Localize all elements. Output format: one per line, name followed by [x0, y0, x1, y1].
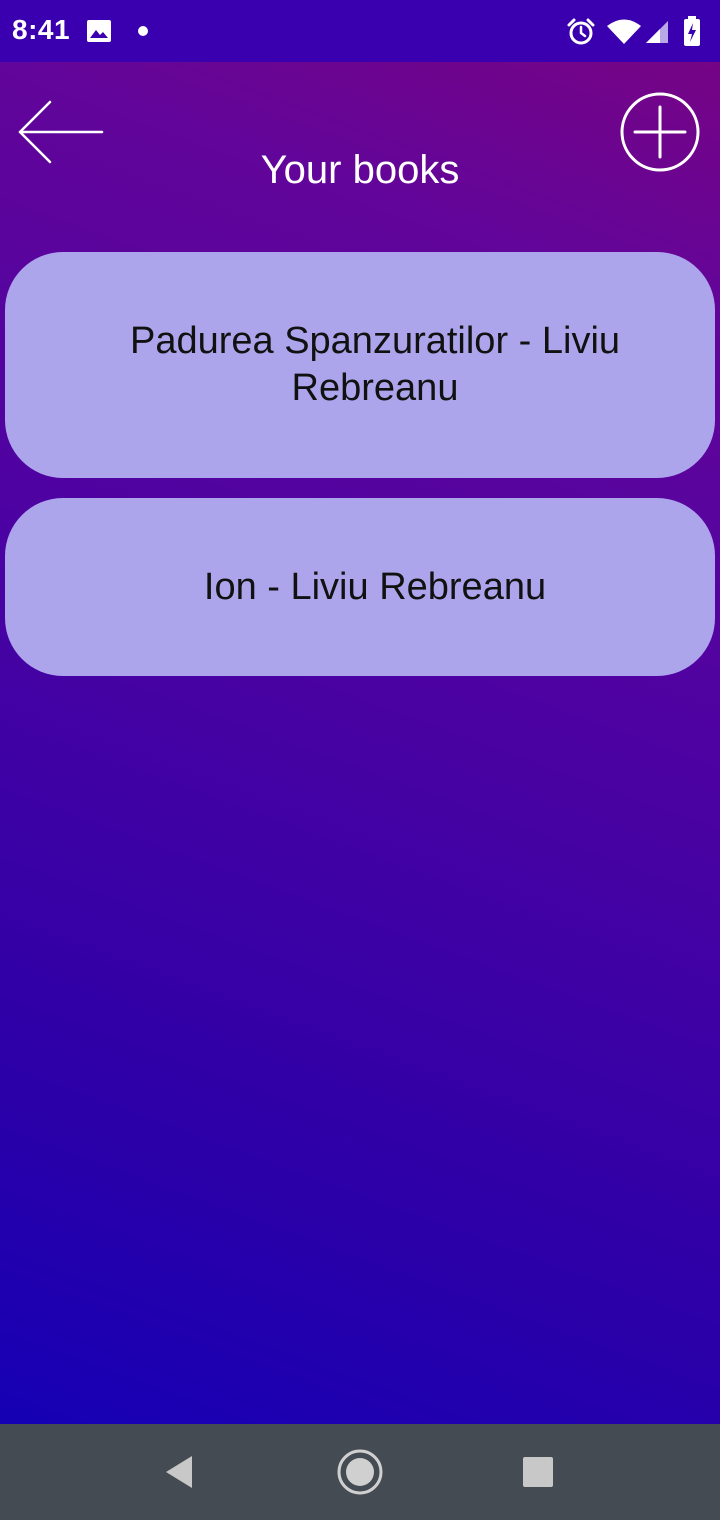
status-time: 8:41 — [12, 14, 71, 45]
recents-square-icon[interactable] — [514, 1448, 562, 1496]
alarm-icon — [567, 18, 595, 45]
system-nav-bar — [0, 1424, 720, 1520]
book-list-item[interactable]: Ion - Liviu Rebreanu — [5, 498, 715, 676]
book-list-item[interactable]: Padurea Spanzuratilor - Liviu Rebreanu — [5, 252, 715, 478]
battery-charging-icon — [684, 16, 700, 46]
book-title-label: Ion - Liviu Rebreanu — [203, 565, 547, 608]
book-title-label: Padurea Spanzuratilor - Liviu Rebreanu — [129, 320, 621, 409]
notification-dot-icon — [138, 26, 148, 36]
page-title: Your books — [260, 148, 460, 192]
home-circle-icon[interactable] — [336, 1448, 384, 1496]
status-bar: 8:41 — [0, 0, 720, 62]
cell-signal-icon — [646, 21, 668, 43]
app-content: Your books Padurea Spanzuratilor - Liviu… — [0, 62, 720, 1424]
back-triangle-icon[interactable] — [156, 1448, 204, 1496]
image-icon — [87, 20, 111, 42]
wifi-icon — [607, 19, 641, 44]
